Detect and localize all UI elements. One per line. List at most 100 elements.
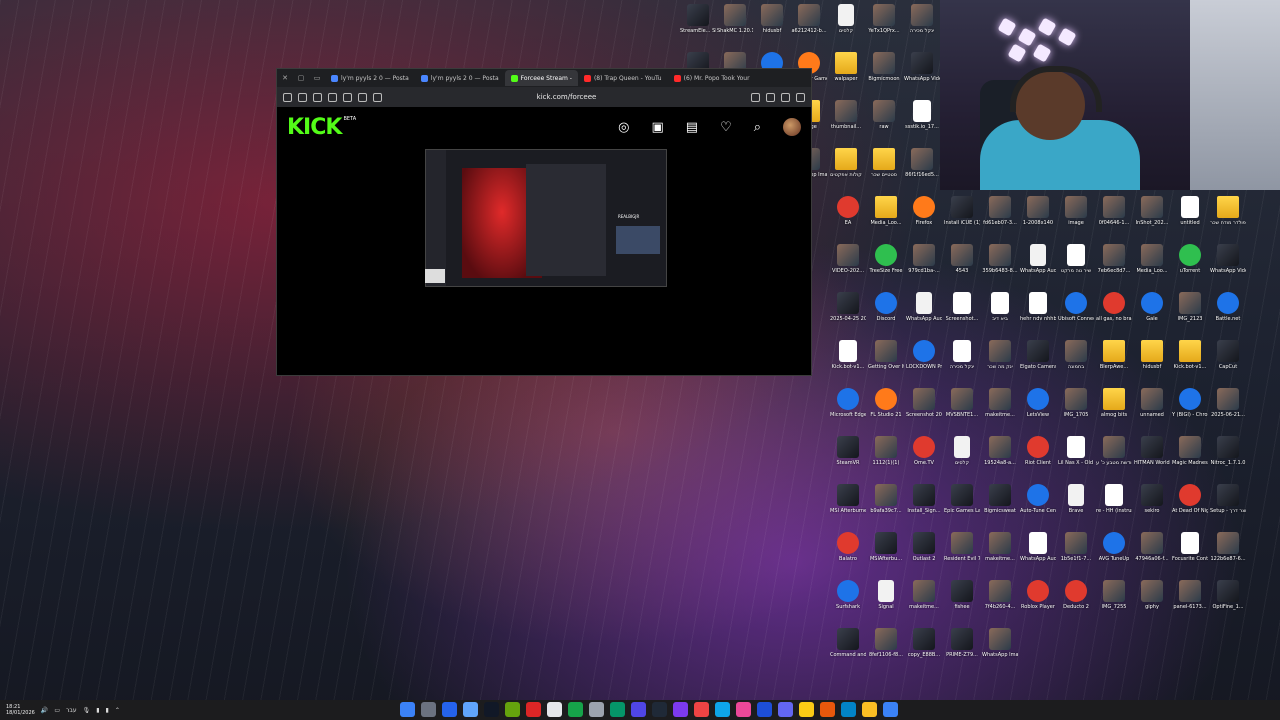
desktop-icon[interactable]: 0f04646-1... [1096, 196, 1132, 226]
desktop-icon[interactable]: IMG_7255 [1096, 580, 1132, 610]
taskbar-app-icon[interactable] [547, 702, 562, 717]
stream-preview[interactable]: REALBIGJR [425, 149, 667, 287]
desktop-icon[interactable]: קלסים [828, 4, 864, 34]
taskbar-app-icon[interactable] [799, 702, 814, 717]
desktop-icon[interactable]: giphy [1134, 580, 1170, 610]
desktop-icon[interactable]: IMG_2123 [1172, 292, 1208, 322]
desktop-icon[interactable]: 2025-04-25 20-46-17 (2) [830, 292, 866, 322]
desktop-icon[interactable]: copy_E88B... [906, 628, 942, 658]
mini-player[interactable] [425, 269, 445, 283]
minimize-window-icon[interactable]: ▢ [296, 73, 306, 83]
desktop-icon[interactable]: BlerpAwe... [1096, 340, 1132, 370]
chevron-up-icon[interactable]: ⌃ [115, 707, 120, 714]
extensions-icon[interactable] [373, 92, 382, 102]
desktop-icon[interactable]: WhatsApp Video 2025... [1210, 244, 1246, 274]
desktop-icon[interactable]: raw [866, 100, 902, 130]
desktop-icon[interactable]: שיר נוה מרקט [1058, 244, 1094, 274]
desktop-icon[interactable]: FL Studio 21 [868, 388, 904, 418]
desktop-icon[interactable]: WhatsApp Video 2025... [904, 52, 940, 82]
desktop-icon[interactable]: MSIAfterbu... [868, 532, 904, 562]
desktop-icon[interactable]: YeTx1QPrx... [866, 4, 902, 34]
taskbar-app-icon[interactable] [694, 702, 709, 717]
desktop-icon[interactable]: Kick.bot-v1... [830, 340, 866, 370]
desktop-icon[interactable]: קלסים [944, 436, 980, 466]
desktop-icon[interactable]: ShakMC 1.20.1-0.1 (2) [717, 4, 753, 34]
desktop-icon[interactable]: all gas, no brakes hom... [1096, 292, 1132, 322]
desktop-icon[interactable]: At Dead Of Night [1172, 484, 1208, 514]
music-icon[interactable] [358, 92, 367, 102]
desktop-icon[interactable]: AVG TuneUp [1096, 532, 1132, 562]
desktop-icon[interactable]: Bigmicmoon [866, 52, 902, 82]
taskbar-app-icon[interactable] [589, 702, 604, 717]
taskbar-app-icon[interactable] [841, 702, 856, 717]
address-bar[interactable]: kick.com/forceee [537, 93, 597, 101]
desktop-icon[interactable]: סטטיים שכר [866, 148, 902, 178]
taskbar-app-icon[interactable] [757, 702, 772, 717]
desktop-icon[interactable]: Firefox [906, 196, 942, 226]
user-avatar[interactable] [783, 118, 801, 136]
desktop-icon[interactable]: 979cd1ba-... [906, 244, 942, 274]
tab-mr-popo[interactable]: (6) Mr. Popo Took Your [668, 70, 756, 86]
screenshot-icon[interactable] [328, 92, 337, 102]
desktop-icon[interactable]: hidusbf [1134, 340, 1170, 370]
send-icon[interactable] [313, 92, 322, 102]
desktop-icon[interactable]: Magic Madness [1172, 436, 1208, 466]
desktop-icon[interactable]: TreeSize Free [868, 244, 904, 274]
desktop-icon[interactable]: MVSBNTE1... [944, 388, 980, 418]
desktop-icon[interactable]: 86f1f16ed5... [904, 148, 940, 178]
desktop-icon[interactable]: 47946a06-f... [1134, 532, 1170, 562]
volume-icon[interactable]: 🔊 [41, 707, 48, 714]
desktop-icon[interactable]: unnamed [1134, 388, 1170, 418]
desktop-icon[interactable]: Y (BIGI) - Chrome [1172, 388, 1208, 418]
taskbar-app-icon[interactable] [883, 702, 898, 717]
desktop-icon[interactable]: Media_Loo... [868, 196, 904, 226]
desktop-icon[interactable]: Kick.bot-v1... [1172, 340, 1208, 370]
taskbar-app-icon[interactable] [652, 702, 667, 717]
live-icon[interactable]: ◎ [618, 120, 629, 135]
shield-icon[interactable] [298, 92, 307, 102]
kick-logo[interactable]: KICK [287, 115, 342, 140]
tab-forceee-stream[interactable]: Forceee Stream - [504, 70, 578, 86]
tray-app-icon[interactable]: ▮ [106, 707, 109, 714]
desktop-icon[interactable]: Signal [868, 580, 904, 610]
mic-icon[interactable]: 🎙 [83, 707, 91, 714]
tray-app-icon[interactable]: ▮ [96, 707, 99, 714]
taskbar-app-icon[interactable] [862, 702, 877, 717]
desktop-icon[interactable]: SteamVR [830, 436, 866, 466]
desktop-icon[interactable]: Install_Sign... [906, 484, 942, 514]
desktop-icon[interactable]: CapCut [1210, 340, 1246, 370]
desktop-icon[interactable]: Ubisoft Connect [1058, 292, 1094, 322]
maximize-window-icon[interactable]: ▭ [312, 73, 322, 83]
desktop-icon[interactable]: 122b6e87-6... [1210, 532, 1246, 562]
desktop-icon[interactable]: 19524a8-a... [982, 436, 1018, 466]
desktop-icon[interactable]: IMG_1705 [1058, 388, 1094, 418]
desktop-icon[interactable]: Discord [868, 292, 904, 322]
desktop-icon[interactable]: Install iCUE (1) [944, 196, 980, 226]
desktop-icon[interactable]: fishee [944, 580, 980, 610]
desktop-icon[interactable]: makeitme... [906, 580, 942, 610]
desktop-icon[interactable]: 1112(1)(1) [868, 436, 904, 466]
desktop-icon[interactable]: OptiFine_1... [1210, 580, 1246, 610]
close-window-icon[interactable]: ✕ [280, 73, 290, 83]
browse-icon[interactable]: ▣ [651, 120, 663, 135]
desktop-icon[interactable]: Surfshark [830, 580, 866, 610]
search-icon[interactable]: ⌕ [754, 120, 761, 135]
desktop-icon[interactable]: Bigmicsweat [982, 484, 1018, 514]
desktop-icon[interactable]: 4543 [944, 244, 980, 274]
language-indicator[interactable]: עבר [66, 707, 77, 714]
desktop-icon[interactable]: ינקל מכירה [944, 340, 980, 370]
desktop-icon[interactable]: קולות אפקטים [828, 148, 864, 178]
desktop-icon[interactable]: 7eb6ec8d7... [1096, 244, 1132, 274]
taskbar-app-icon[interactable] [736, 702, 751, 717]
bookmark-icon[interactable] [751, 92, 760, 102]
desktop-icon[interactable]: EA [830, 196, 866, 226]
taskbar-app-icon[interactable] [610, 702, 625, 717]
tab-posta-1[interactable]: ly'm pyyls 2 0 — Posta [325, 70, 415, 86]
desktop-icon[interactable]: WhatsApp Audio 2024... [1020, 532, 1056, 562]
desktop-icon[interactable]: פולדר מודח שכר [1210, 196, 1246, 226]
desktop-icon[interactable]: makeitme... [982, 388, 1018, 418]
desktop-icon[interactable]: hidusbf [754, 4, 790, 34]
desktop-icon[interactable]: ביא דיב [982, 292, 1018, 322]
desktop-icon[interactable]: walpaper [828, 52, 864, 82]
desktop-icon[interactable]: PRIME-Z79... [944, 628, 980, 658]
